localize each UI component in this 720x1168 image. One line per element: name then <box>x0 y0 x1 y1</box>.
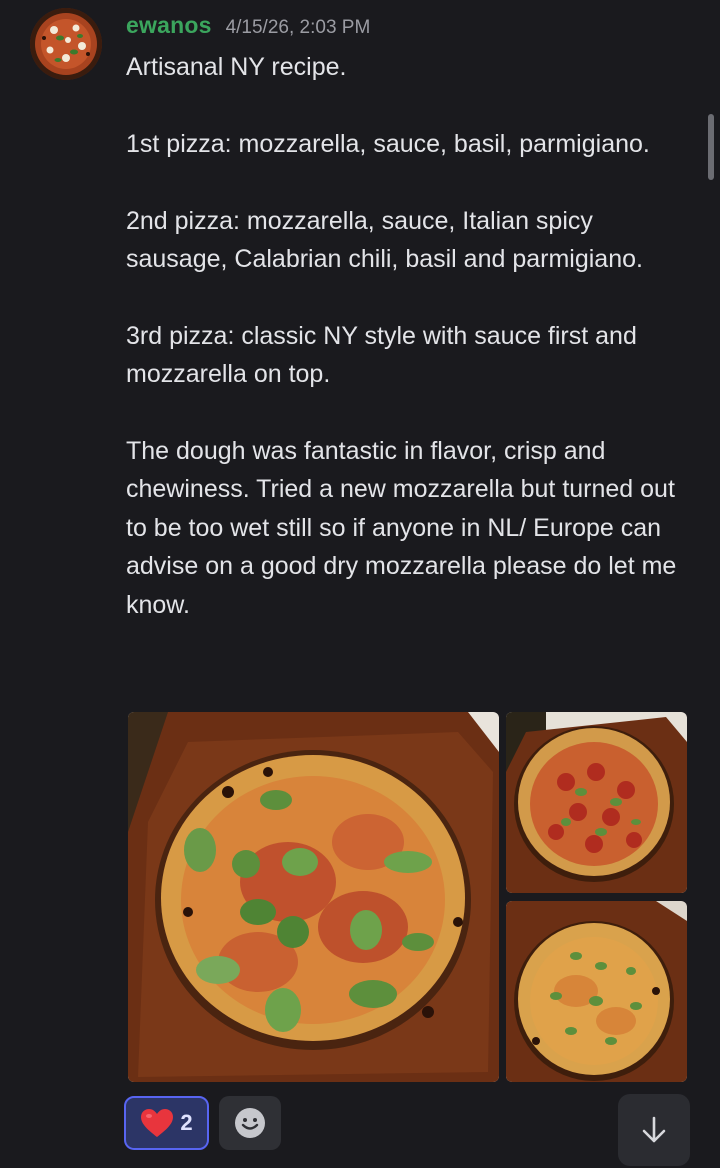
message-header: ewanos 4/15/26, 2:03 PM <box>126 12 370 44</box>
user-avatar[interactable] <box>30 8 102 80</box>
message-paragraph: 2nd pizza: mozzarella, sauce, Italian sp… <box>126 206 643 273</box>
image-gallery <box>128 712 688 1082</box>
reaction-bar: 2 <box>124 1096 281 1150</box>
add-reaction-button[interactable] <box>219 1096 281 1150</box>
message-paragraph: 3rd pizza: classic NY style with sauce f… <box>126 321 637 389</box>
pizza-photo-2[interactable] <box>506 712 687 893</box>
author-name[interactable]: ewanos <box>126 12 212 39</box>
message-content: Artisanal NY recipe. 1st pizza: mozzarel… <box>126 48 701 624</box>
scrollbar-thumb[interactable] <box>708 114 714 180</box>
message-paragraph: The dough was fantastic in flavor, crisp… <box>126 437 677 619</box>
chat-message: ewanos 4/15/26, 2:03 PM Artisanal NY rec… <box>0 0 720 1168</box>
message-paragraph: Artisanal NY recipe. <box>126 53 347 81</box>
reaction-count: 2 <box>180 1110 193 1135</box>
message-timestamp: 4/15/26, 2:03 PM <box>225 17 371 38</box>
arrow-down-icon <box>642 1116 666 1143</box>
reaction-heart[interactable]: 2 <box>124 1096 209 1150</box>
heart-icon <box>141 1109 174 1137</box>
pizza-photo-1[interactable] <box>128 712 499 1082</box>
message-paragraph: 1st pizza: mozzarella, sauce, basil, par… <box>126 129 650 158</box>
pizza-photo-3[interactable] <box>506 901 687 1082</box>
scroll-to-bottom-button[interactable] <box>618 1094 690 1166</box>
smiley-icon <box>235 1108 265 1138</box>
